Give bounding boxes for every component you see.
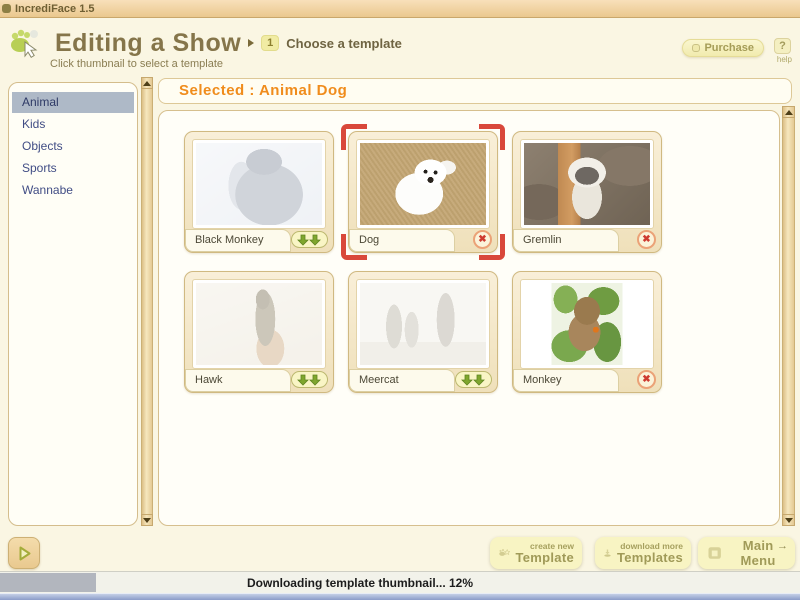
monkey-thumbnail[interactable]	[524, 283, 650, 365]
status-text: Downloading template thumbnail... 12%	[246, 576, 474, 590]
scroll-up-button[interactable]	[782, 106, 795, 118]
thumbnail-frame	[520, 279, 654, 369]
template-name: Black Monkey	[185, 229, 291, 252]
double-down-arrow-icon	[460, 374, 485, 386]
arrow-down-icon	[143, 517, 151, 523]
paw-star-icon	[499, 548, 511, 556]
template-card-dog[interactable]: Dog ✖	[348, 131, 498, 253]
scroll-down-button[interactable]	[782, 514, 795, 526]
template-name: Meercat	[349, 369, 455, 392]
thumbnail-frame	[192, 139, 326, 229]
download-template-button[interactable]	[291, 371, 328, 388]
thumbnail-frame	[356, 139, 490, 229]
template-name: Hawk	[185, 369, 291, 392]
dog-thumbnail[interactable]	[360, 143, 486, 225]
category-list: Animal Kids Objects Sports Wannabe	[8, 82, 138, 526]
template-name: Monkey	[513, 369, 619, 392]
remove-template-button[interactable]: ✖	[637, 230, 656, 249]
scroll-up-button[interactable]	[141, 77, 153, 89]
template-name: Gremlin	[513, 229, 619, 252]
arrow-up-icon	[143, 80, 151, 86]
step-label: Choose a template	[286, 35, 402, 51]
sidebar-item-animal[interactable]: Animal	[12, 92, 134, 113]
template-grid: Black Monkey Dog ✖ Gremlin ✖ Hawk Meerca…	[158, 110, 780, 526]
template-card-gremlin[interactable]: Gremlin ✖	[512, 131, 662, 253]
scroll-down-button[interactable]	[141, 514, 153, 526]
app-icon	[2, 4, 11, 13]
download-template-button[interactable]	[291, 231, 328, 248]
download-template-button[interactable]	[455, 371, 492, 388]
purchase-icon	[692, 44, 701, 52]
remove-template-button[interactable]: ✖	[637, 370, 656, 389]
bottom-edge	[0, 593, 800, 600]
create-new-template-button[interactable]: create new Template	[490, 537, 582, 569]
button-label-big: Templates	[616, 549, 683, 565]
grid-scrollbar[interactable]	[782, 106, 795, 526]
play-icon	[19, 546, 30, 560]
selected-template-heading: Selected : Animal Dog	[158, 78, 792, 104]
titlebar[interactable]: IncrediFace 1.5	[0, 0, 800, 18]
thumbnail-frame	[192, 279, 326, 369]
window-title: IncrediFace 1.5	[15, 2, 95, 15]
black-monkey-thumbnail[interactable]	[196, 143, 322, 225]
double-down-arrow-icon	[296, 374, 321, 386]
template-name: Dog	[349, 229, 455, 252]
sidebar-item-kids[interactable]: Kids	[12, 114, 134, 135]
purchase-button[interactable]: Purchase	[682, 39, 764, 57]
header: Editing a Show 1 Choose a template	[6, 27, 402, 59]
help-button[interactable]: ?	[774, 38, 791, 54]
scrollbar-track[interactable]	[782, 118, 795, 514]
button-label-big: Template	[515, 549, 574, 565]
sidebar-scrollbar[interactable]	[141, 77, 153, 526]
arrow-right-icon: →	[777, 540, 788, 552]
scrollbar-track[interactable]	[141, 89, 153, 514]
hawk-thumbnail[interactable]	[196, 283, 322, 365]
purchase-label: Purchase	[704, 42, 754, 54]
download-icon	[604, 549, 611, 557]
sidebar-item-objects[interactable]: Objects	[12, 136, 134, 157]
main-menu-button[interactable]: Main Menu →	[698, 537, 795, 569]
step-number-badge: 1	[261, 35, 280, 51]
sidebar-item-wannabe[interactable]: Wannabe	[12, 180, 134, 201]
app-window: IncrediFace 1.5 Editing a Show 1 Choose …	[0, 0, 800, 600]
gremlin-thumbnail[interactable]	[524, 143, 650, 225]
double-down-arrow-icon	[296, 234, 321, 246]
arrow-down-icon	[784, 517, 793, 523]
page-title: Editing a Show	[55, 28, 242, 57]
sidebar-item-sports[interactable]: Sports	[12, 158, 134, 179]
template-card-black-monkey[interactable]: Black Monkey	[184, 131, 334, 253]
statusbar: Downloading template thumbnail... 12%	[0, 571, 800, 593]
template-card-hawk[interactable]: Hawk	[184, 271, 334, 393]
help-label: help	[776, 55, 792, 64]
arrow-up-icon	[784, 109, 793, 115]
download-more-templates-button[interactable]: download more Templates	[595, 537, 691, 569]
meercat-thumbnail[interactable]	[360, 283, 486, 365]
play-preview-button[interactable]	[8, 537, 40, 569]
header-subtitle: Click thumbnail to select a template	[50, 58, 224, 70]
menu-window-icon	[708, 547, 721, 559]
thumbnail-frame	[356, 279, 490, 369]
remove-template-button[interactable]: ✖	[473, 230, 492, 249]
thumbnail-frame	[520, 139, 654, 229]
template-card-meercat[interactable]: Meercat	[348, 271, 498, 393]
breadcrumb-arrow-icon	[248, 39, 255, 47]
template-card-monkey[interactable]: Monkey ✖	[512, 271, 662, 393]
editing-paw-cursor-icon	[11, 29, 38, 58]
